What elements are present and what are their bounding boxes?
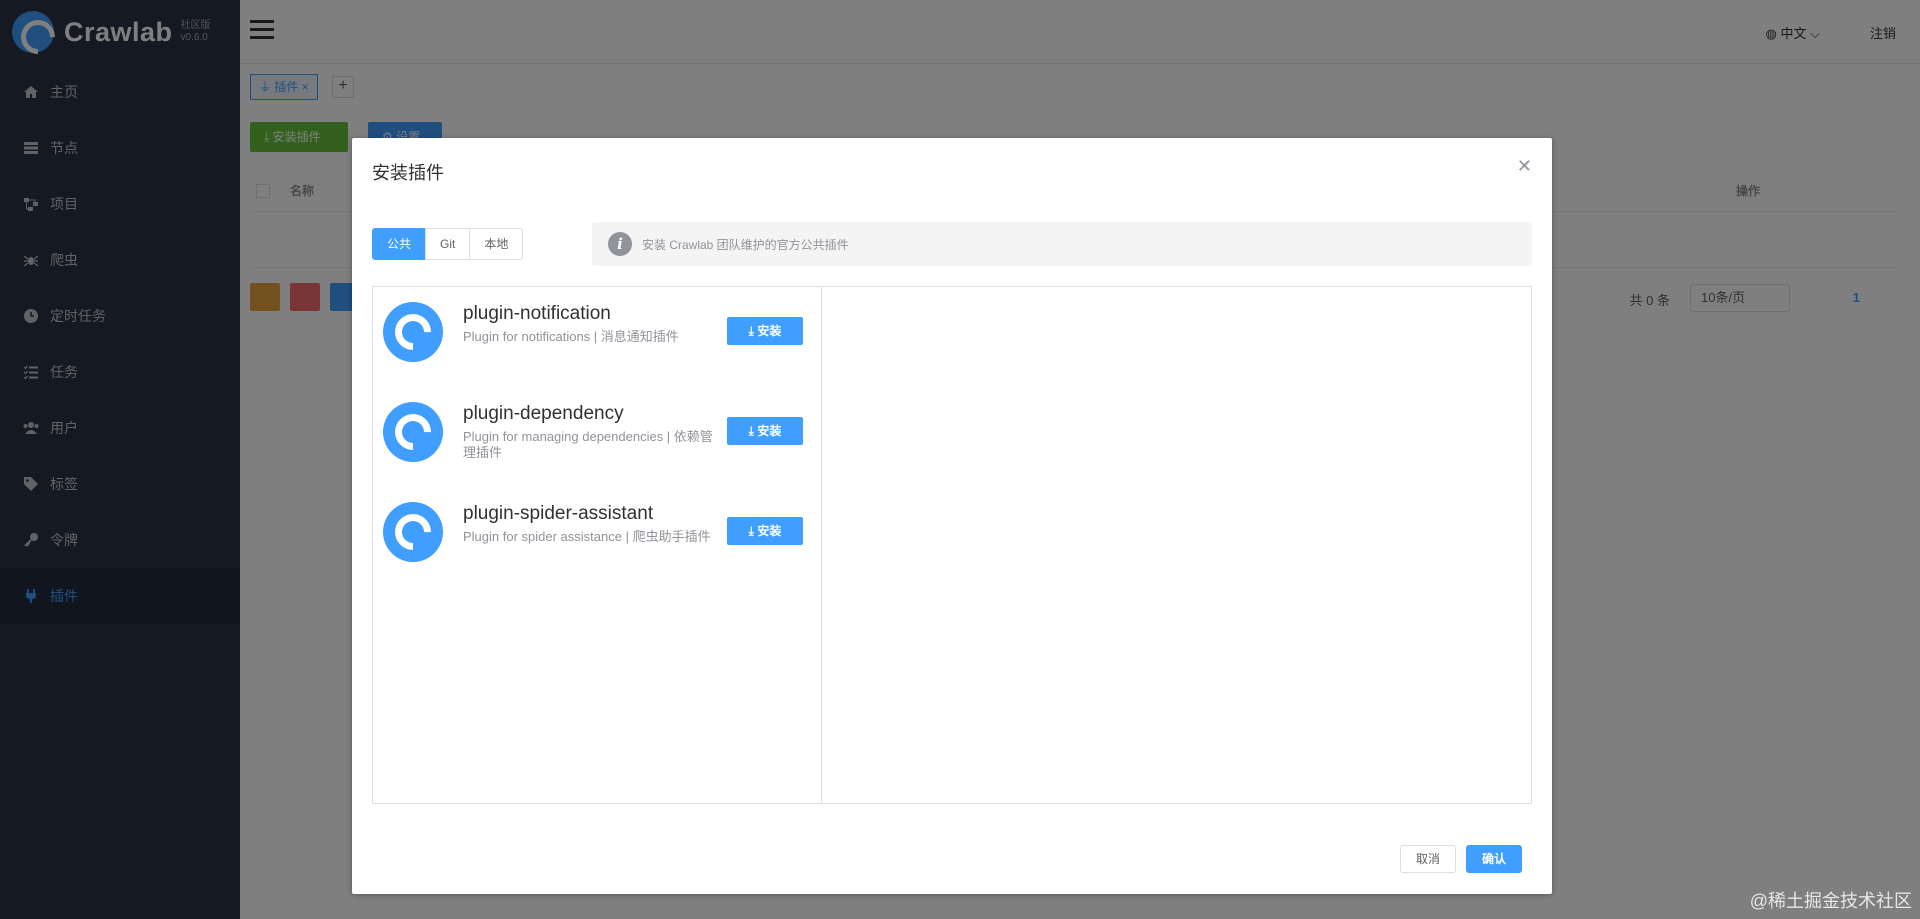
list-item[interactable]: plugin-dependency Plugin for managing de… [373,387,821,487]
source-public-button[interactable]: 公共 [372,228,427,260]
list-item[interactable]: plugin-spider-assistant Plugin for spide… [373,487,821,587]
source-local-button[interactable]: 本地 [469,228,524,260]
install-button[interactable]: ⤓ 安装 [727,417,803,445]
dialog-title: 安装插件 [372,163,444,183]
install-label: 安装 [757,524,782,538]
install-label: 安装 [757,424,782,438]
install-plugin-dialog: 安装插件 ✕ 公共 Git 本地 i 安装 Crawlab 团队维护的官方公共插… [352,138,1552,894]
plugin-name: plugin-dependency [463,403,624,424]
plugin-logo-icon [383,402,443,462]
plugin-name: plugin-notification [463,303,611,324]
plugin-logo-icon [383,302,443,362]
close-icon[interactable]: ✕ [1517,156,1532,177]
info-text: 安装 Crawlab 团队维护的官方公共插件 [642,237,849,252]
source-git-button[interactable]: Git [425,228,471,260]
cancel-button[interactable]: 取消 [1400,845,1456,873]
watermark: @稀土掘金技术社区 [1749,891,1912,911]
install-label: 安装 [757,324,782,338]
list-item[interactable]: plugin-notification Plugin for notificat… [373,287,821,387]
plugin-description: Plugin for notifications | 消息通知插件 [463,329,679,344]
plugin-detail-panel [821,286,1532,804]
plugin-description: Plugin for managing dependencies | 依赖管理插… [463,429,713,460]
plugin-name: plugin-spider-assistant [463,503,654,524]
plugin-list: plugin-notification Plugin for notificat… [372,286,822,804]
info-alert: i 安装 Crawlab 团队维护的官方公共插件 [592,222,1532,266]
install-button[interactable]: ⤓ 安装 [727,317,803,345]
info-icon: i [608,232,632,256]
install-button[interactable]: ⤓ 安装 [727,517,803,545]
plugin-description: Plugin for spider assistance | 爬虫助手插件 [463,529,711,544]
plugin-logo-icon [383,502,443,562]
source-selector: 公共 Git 本地 [372,228,524,260]
confirm-button[interactable]: 确认 [1466,845,1522,873]
